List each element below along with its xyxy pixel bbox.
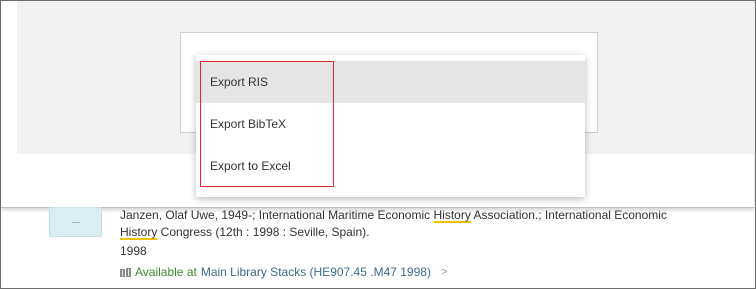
authors-text: Janzen, Olaf Uwe, 1949-; International M…	[120, 208, 434, 222]
menu-item-label: Export BibTeX	[210, 117, 287, 131]
record-authors: Janzen, Olaf Uwe, 1949-; International M…	[120, 207, 740, 241]
record-year: 1998	[120, 244, 147, 258]
availability-status: Available at	[135, 265, 197, 279]
search-term-highlight: History	[120, 225, 158, 239]
menu-item-export-excel[interactable]: Export to Excel	[196, 145, 585, 187]
search-term-highlight: History	[433, 208, 471, 222]
authors-text: Association.; International Economic	[470, 208, 667, 222]
book-icon	[120, 267, 131, 277]
export-dropdown-menu: Export RIS Export BibTeX Export to Excel	[196, 55, 585, 197]
menu-item-label: Export RIS	[210, 75, 269, 89]
menu-item-export-ris[interactable]: Export RIS	[196, 61, 585, 103]
record-thumbnail[interactable]	[49, 207, 102, 237]
thumbnail-placeholder-mark	[71, 221, 80, 223]
menu-item-label: Export to Excel	[210, 159, 291, 173]
availability-location: Main Library Stacks (HE907.45 .M47 1998)	[200, 265, 431, 279]
chevron-right-icon: >	[440, 266, 448, 278]
authors-text: Congress (12th : 1998 : Seville, Spain).	[157, 225, 370, 239]
availability-link[interactable]: Available at Main Library Stacks (HE907.…	[120, 265, 447, 279]
menu-item-export-bibtex[interactable]: Export BibTeX	[196, 103, 585, 145]
